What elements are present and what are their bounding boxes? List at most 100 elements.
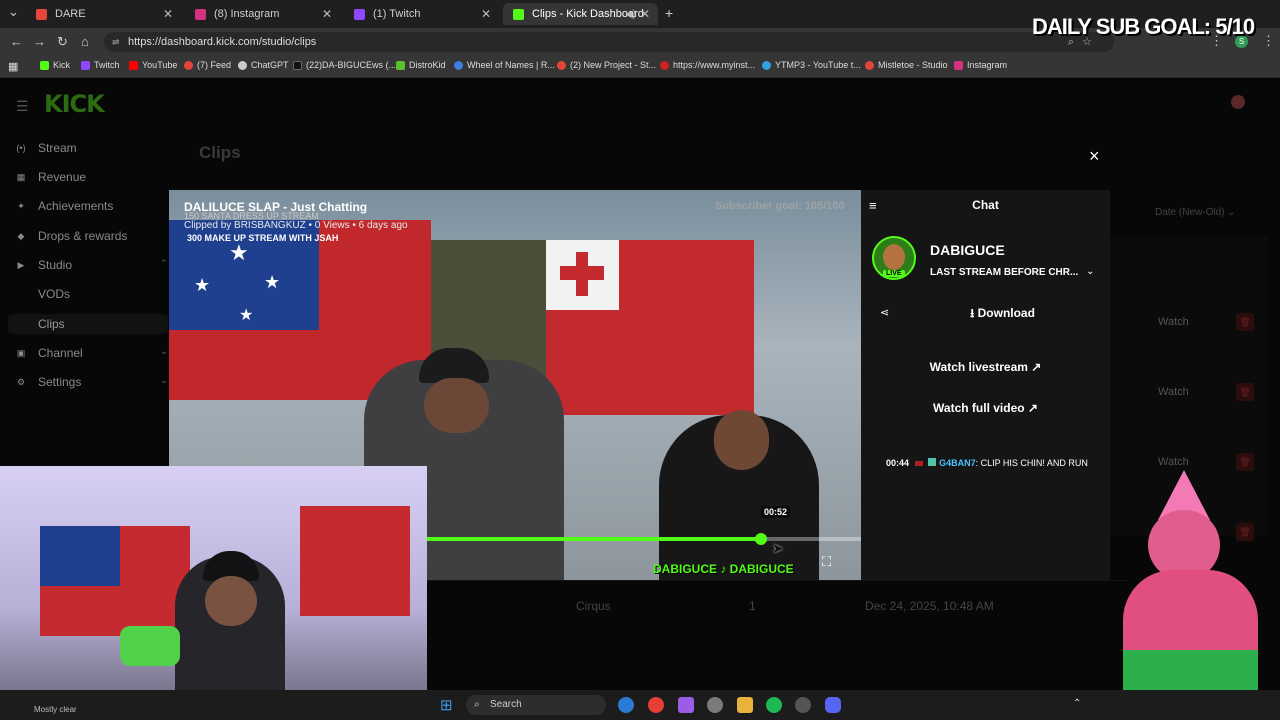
flag-canton	[544, 240, 619, 310]
nav-revenue[interactable]: ▦ Revenue	[16, 170, 86, 184]
star-icon: ★	[194, 275, 211, 295]
tab-kick-clips[interactable]: Clips - Kick Dashboard ◀) ✕	[503, 3, 658, 25]
chevron-down-icon[interactable]: ⌄	[160, 375, 168, 386]
browser-menu-icon[interactable]: ⋮	[1262, 33, 1275, 49]
watch-livestream-button[interactable]: Watch livestream ↗	[871, 352, 1100, 382]
avatar-face	[883, 244, 905, 270]
bookmark-myinst[interactable]: https://www.myinst...	[660, 60, 755, 70]
face-image	[205, 576, 257, 626]
tab-instagram[interactable]: (8) Instagram ✕	[185, 3, 340, 25]
bookmark-label: YouTube	[142, 60, 178, 70]
close-tab-icon[interactable]: ✕	[163, 7, 173, 21]
modal-close-icon[interactable]: ×	[1089, 146, 1100, 167]
nav-stream[interactable]: (•) Stream	[16, 141, 76, 155]
tray-chevron-up-icon[interactable]: ⌃	[1073, 698, 1081, 709]
tonga-flag-image	[544, 240, 754, 415]
nav-clips[interactable]: Clips	[38, 317, 65, 331]
bookmark-label: (2) New Project - St...	[570, 60, 657, 70]
url-field[interactable]: ⇌ https://dashboard.kick.com/studio/clip…	[104, 32, 1114, 52]
channel-name[interactable]: DABIGUCE	[930, 242, 1005, 258]
row-delete-icon[interactable]: 🗑	[1236, 453, 1254, 471]
nav-achievements[interactable]: ✦ Achievements	[16, 199, 113, 213]
fullscreen-icon[interactable]: ⛶	[822, 554, 831, 570]
revenue-icon: ▦	[16, 171, 26, 182]
subscriber-goal-overlay: Subscriber goal: 105/100	[715, 200, 845, 212]
chat-time: 00:44	[886, 458, 910, 468]
new-tab-button[interactable]: +	[665, 5, 673, 21]
back-arrow-icon[interactable]: ←	[10, 34, 23, 49]
nav-channel[interactable]: ▣ Channel	[16, 346, 83, 360]
chat-username[interactable]: G4BAN7	[939, 458, 976, 468]
bookmark-chatgpt[interactable]: ChatGPT	[238, 60, 289, 70]
bookmark-instagram[interactable]: Instagram	[954, 60, 1007, 70]
channel-avatar[interactable]: LIVE	[872, 236, 916, 280]
face-image	[424, 378, 489, 433]
apps-grid-icon[interactable]: ▦	[8, 60, 18, 73]
chevron-up-icon[interactable]: ⌃	[160, 258, 168, 269]
chevron-down-icon[interactable]: ⌄	[160, 346, 168, 357]
bookmark-label: (7) Feed	[197, 60, 232, 70]
tab-dare[interactable]: DARE ✕	[26, 3, 181, 25]
watch-full-label: Watch full video	[933, 401, 1025, 415]
dare-favicon-icon	[36, 8, 47, 20]
row-delete-icon[interactable]: 🗑	[1236, 313, 1254, 331]
row-watch-button[interactable]: Watch	[1158, 456, 1189, 468]
bookmark-twitch[interactable]: Twitch	[81, 60, 120, 70]
bookmark-kick[interactable]: Kick	[40, 60, 70, 70]
bookmark-distrokid[interactable]: DistroKid	[396, 60, 446, 70]
bookmark-feed[interactable]: (7) Feed	[184, 60, 231, 70]
taskbar-search-box[interactable]: ⌕ Search	[466, 695, 606, 715]
hamburger-menu-icon[interactable]: ☰	[16, 98, 29, 115]
edge-icon[interactable]	[618, 697, 634, 713]
row-watch-button[interactable]: Watch	[1158, 316, 1189, 328]
discord-icon[interactable]	[825, 697, 841, 713]
webcam-feed	[0, 466, 427, 706]
nav-vods[interactable]: VODs	[38, 287, 70, 301]
sort-dropdown[interactable]: Date (New-Old) ⌄	[1155, 207, 1236, 218]
chat-tab-label: Chat	[972, 198, 999, 212]
table-row[interactable]: Cirqus 1 Dec 24, 2025, 10:48 AM	[427, 580, 1127, 630]
chrome-icon[interactable]	[648, 697, 664, 713]
download-button[interactable]: ⭳ Download	[905, 298, 1100, 328]
windows-start-icon[interactable]: ⊞	[440, 696, 453, 714]
bookmark-youtube[interactable]: YouTube	[129, 60, 177, 70]
copilot-icon[interactable]	[678, 697, 694, 713]
bookmark-new-project[interactable]: (2) New Project - St...	[557, 60, 656, 70]
spotify-icon[interactable]	[766, 697, 782, 713]
obs-icon[interactable]	[795, 697, 811, 713]
tab-twitch[interactable]: (1) Twitch ✕	[344, 3, 499, 25]
row-watch-button[interactable]: Watch	[1158, 386, 1189, 398]
file-explorer-icon[interactable]	[737, 697, 753, 713]
close-tab-icon[interactable]: ✕	[322, 7, 332, 21]
nav-settings[interactable]: ⚙ Settings	[16, 375, 81, 389]
clip-title: Cirqus	[576, 599, 611, 613]
nav-drops-rewards[interactable]: ◆ Drops & rewards	[16, 229, 128, 243]
bookmark-ytmp3[interactable]: YTMP3 - YouTube t...	[762, 60, 861, 70]
close-tab-icon[interactable]: ✕	[481, 7, 491, 21]
reload-icon[interactable]: ↻	[57, 34, 68, 50]
tab-label: (1) Twitch	[373, 8, 421, 20]
speaker-icon[interactable]: ◀)	[625, 9, 636, 20]
user-avatar[interactable]	[1231, 95, 1245, 109]
weather-text[interactable]: Mostly clear	[34, 705, 77, 714]
forward-arrow-icon[interactable]: →	[33, 34, 46, 49]
close-tab-icon[interactable]: ✕	[640, 7, 650, 21]
seek-bar[interactable]	[427, 533, 861, 545]
home-icon[interactable]: ⌂	[81, 34, 89, 49]
chevron-down-icon[interactable]: ⌄	[1086, 266, 1094, 277]
kick-logo[interactable]: KICK	[44, 90, 105, 118]
row-delete-icon[interactable]: 🗑	[1236, 383, 1254, 401]
watch-full-video-button[interactable]: Watch full video ↗	[871, 393, 1100, 423]
instagram-favicon-icon	[195, 8, 206, 20]
nav-studio[interactable]: ▶ Studio	[16, 258, 73, 272]
settings-icon[interactable]	[707, 697, 723, 713]
twitch-icon	[81, 60, 90, 70]
share-icon[interactable]: ⋖	[880, 306, 889, 319]
chat-text: : CLIP HIS CHIN! AND RUN	[975, 458, 1088, 468]
kick-icon	[40, 60, 49, 70]
bookmark-mistletoe[interactable]: Mistletoe - Studio	[865, 60, 948, 70]
tab-list-icon[interactable]: ⌄	[8, 4, 19, 20]
bookmark-wheel-of-names[interactable]: Wheel of Names | R...	[454, 60, 555, 70]
bookmark-tiktok[interactable]: (22)DA-BIGUCEws (...	[293, 60, 396, 70]
site-info-icon[interactable]: ⇌	[112, 32, 120, 52]
